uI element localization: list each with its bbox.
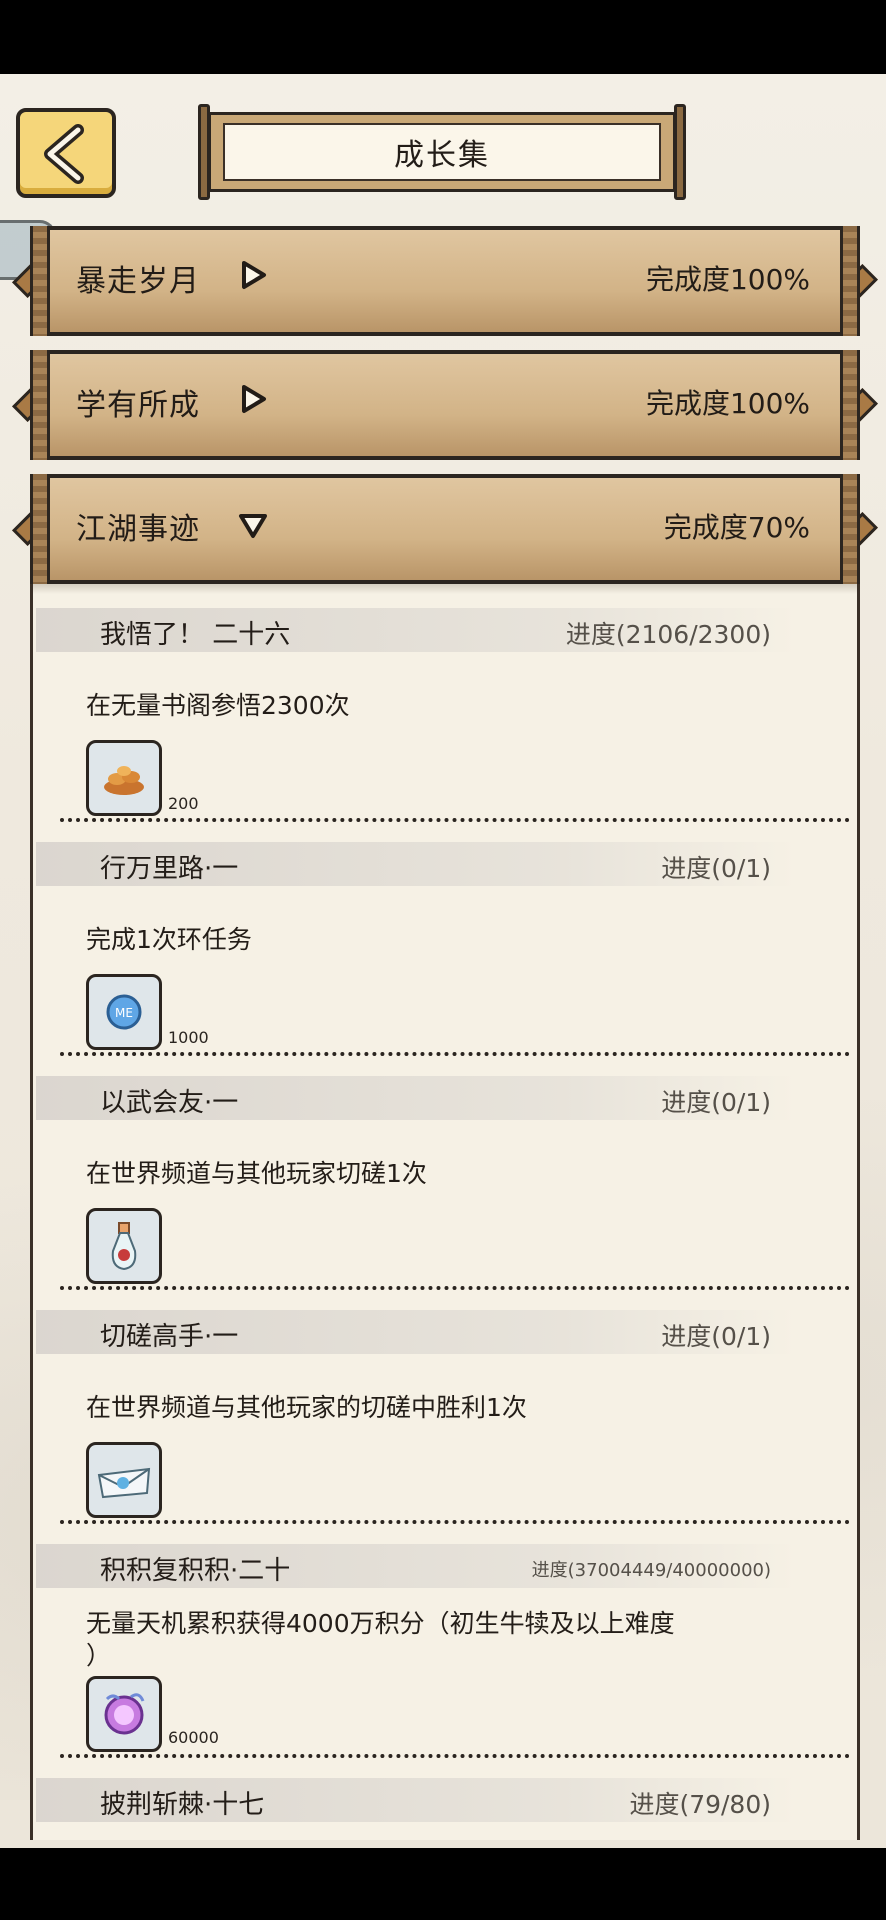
play-arrow-icon (242, 385, 266, 413)
plaque-edge (30, 226, 50, 336)
back-button[interactable] (16, 108, 116, 198)
category-name: 学有所成 (76, 388, 200, 423)
dotted-divider (60, 1286, 850, 1290)
quest-description-cont: ） (86, 1641, 112, 1670)
quest-progress: 进度(0/1) (661, 1322, 771, 1351)
chevron-left-icon (44, 124, 84, 184)
quest-progress: 进度(2106/2300) (565, 620, 771, 649)
quest-name: 切磋高手·一 (100, 1322, 239, 1352)
envelope-icon (97, 1467, 151, 1499)
quest-description: 完成1次环任务 (86, 925, 252, 954)
status-bar (0, 0, 886, 74)
reward-quantity: 200 (168, 794, 199, 813)
dotted-divider (60, 1052, 850, 1056)
category-header-1[interactable]: 暴走岁月 完成度100% (12, 226, 878, 336)
gold-ingots-icon (104, 766, 144, 795)
category-name: 江湖事迹 (76, 512, 200, 547)
reward-item[interactable] (86, 1676, 162, 1752)
category-completion: 完成度100% (645, 263, 810, 296)
category-completion: 完成度70% (663, 511, 810, 544)
quest-name: 积积复积积·二十 (100, 1556, 291, 1586)
plaque-edge (840, 474, 860, 584)
me-coin-icon: ME (106, 994, 142, 1030)
dotted-divider (60, 818, 850, 822)
reward-item[interactable] (86, 1442, 162, 1518)
triangle-down-icon (239, 514, 267, 538)
quest-description: 在世界频道与其他玩家的切磋中胜利1次 (86, 1393, 527, 1422)
quest-description: 在世界频道与其他玩家切磋1次 (86, 1159, 427, 1188)
quest-name: 行万里路·一 (100, 854, 239, 884)
reward-item[interactable]: ME (86, 974, 162, 1050)
play-arrow-icon (242, 261, 266, 289)
title-paper: 成长集 (208, 112, 676, 192)
category-header-3[interactable]: 江湖事迹 完成度70% (12, 474, 878, 584)
svg-text:ME: ME (115, 1006, 133, 1020)
quest-progress: 进度(0/1) (661, 854, 771, 883)
quest-description: 无量天机累积获得4000万积分（初生牛犊及以上难度 (86, 1609, 675, 1638)
plaque-edge (840, 226, 860, 336)
category-name: 暴走岁月 (76, 264, 200, 299)
plaque-edge (30, 474, 50, 584)
quest-progress: 进度(0/1) (661, 1088, 771, 1117)
page-title: 成长集 (223, 123, 661, 181)
dotted-divider (60, 1520, 850, 1524)
title-banner: 成长集 (198, 104, 686, 200)
reward-item[interactable] (86, 740, 162, 816)
quest-name: 披荆斩棘·十七 (100, 1790, 265, 1820)
navigation-bar (0, 1848, 886, 1920)
quest-progress: 进度(79/80) (629, 1790, 771, 1819)
quest-progress: 进度(37004449/40000000) (531, 1560, 771, 1581)
dotted-divider (60, 1754, 850, 1758)
reward-quantity: 60000 (168, 1728, 219, 1747)
potion-bottle-icon (111, 1222, 137, 1271)
quest-description: 在无量书阁参悟2300次 (86, 691, 350, 720)
reward-item[interactable] (86, 1208, 162, 1284)
scroll-rod-right (674, 104, 686, 200)
quest-name: 以武会友·一 (100, 1088, 239, 1118)
plaque-edge (30, 350, 50, 460)
plaque-edge (840, 350, 860, 460)
reward-quantity: 1000 (168, 1028, 209, 1047)
purple-orb-icon (104, 1693, 145, 1735)
category-completion: 完成度100% (645, 387, 810, 420)
quest-name: 我悟了！ 二十六 (100, 620, 291, 650)
category-header-2[interactable]: 学有所成 完成度100% (12, 350, 878, 460)
